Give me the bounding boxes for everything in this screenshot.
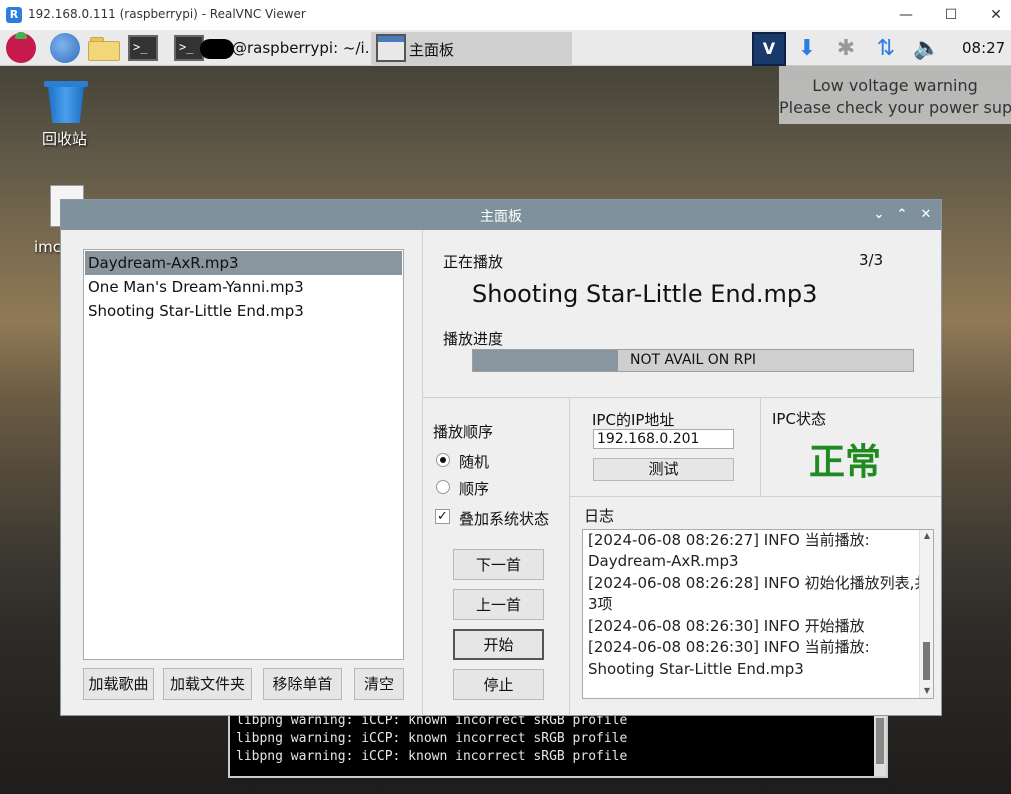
log-line: Shooting Star-Little End.mp3 — [588, 660, 804, 678]
log-label: 日志 — [584, 507, 615, 525]
vnc-server-icon[interactable]: V — [752, 32, 786, 66]
terminal-output[interactable]: libpng warning: iCCP: known incorrect sR… — [228, 712, 888, 778]
load-song-button[interactable]: 加载歌曲 — [83, 668, 154, 700]
redacted-username — [200, 39, 234, 59]
ipc-ip-label: IPC的IP地址 — [592, 411, 675, 429]
ipc-status-label: IPC状态 — [772, 410, 826, 428]
playlist-item[interactable]: Shooting Star-Little End.mp3 — [85, 299, 402, 323]
playlist[interactable]: Daydream-AxR.mp3 One Man's Dream-Yanni.m… — [83, 249, 404, 660]
log-line: 3项 — [588, 595, 613, 613]
console-line: libpng warning: iCCP: known incorrect sR… — [236, 731, 628, 746]
clear-playlist-button[interactable]: 清空 — [354, 668, 404, 700]
overlay-status-label[interactable]: 叠加系统状态 — [459, 508, 549, 529]
load-folder-button[interactable]: 加载文件夹 — [163, 668, 252, 700]
scroll-down-icon[interactable]: ▼ — [920, 686, 934, 695]
volume-icon[interactable]: 🔈 — [912, 35, 942, 63]
sequential-radio[interactable] — [436, 480, 450, 494]
playlist-item[interactable]: One Man's Dream-Yanni.mp3 — [85, 275, 402, 299]
active-task-label[interactable]: 主面板 — [409, 39, 454, 60]
track-counter: 3/3 — [859, 251, 884, 269]
stop-button[interactable]: 停止 — [453, 669, 544, 700]
vertical-divider — [422, 230, 423, 716]
toast-title: Low voltage warning — [812, 76, 978, 95]
window-icon — [376, 34, 406, 62]
window-title: 主面板 — [480, 209, 522, 225]
playlist-item[interactable]: Daydream-AxR.mp3 — [85, 251, 402, 275]
log-line: [2024-06-08 08:26:28] INFO 初始化播放列表,共 — [588, 574, 930, 592]
minimize-button[interactable]: — — [883, 0, 929, 30]
bluetooth-icon[interactable]: ✱ — [834, 35, 858, 63]
network-transfer-icon[interactable]: ⇅ — [871, 35, 901, 63]
file-manager-icon[interactable] — [88, 33, 120, 63]
vnc-viewer-titlebar: R 192.168.0.111 (raspberrypi) - RealVNC … — [0, 0, 1011, 30]
clock[interactable]: 08:27 — [962, 39, 1005, 57]
random-radio[interactable] — [436, 453, 450, 467]
expand-button[interactable]: ⌃ — [892, 205, 912, 225]
download-icon[interactable]: ⬇ — [793, 35, 821, 63]
vertical-divider — [569, 398, 570, 716]
maximize-button[interactable]: ☐ — [928, 0, 974, 30]
overlay-status-checkbox[interactable]: ✓ — [435, 509, 450, 524]
window-close-button[interactable]: ✕ — [916, 205, 936, 225]
horizontal-divider — [570, 496, 941, 497]
sequential-label[interactable]: 顺序 — [459, 478, 489, 499]
main-panel-window: 主面板 ⌄ ⌃ ✕ Daydream-AxR.mp3 One Man's Dre… — [60, 199, 942, 716]
log-scrollbar[interactable]: ▲ ▼ — [919, 530, 933, 698]
start-button[interactable]: 开始 — [453, 629, 544, 660]
ipc-status-value: 正常 — [809, 442, 882, 483]
progress-text: NOT AVAIL ON RPI — [629, 352, 757, 368]
terminal-task-label[interactable]: @raspberrypi: ~/i... — [232, 39, 379, 57]
remove-song-button[interactable]: 移除单首 — [263, 668, 342, 700]
playback-progress-bar[interactable]: NOT AVAIL ON RPI — [472, 349, 914, 372]
next-track-button[interactable]: 下一首 — [453, 549, 544, 580]
log-textbox[interactable]: [2024-06-08 08:26:27] INFO 当前播放: Daydrea… — [582, 529, 934, 699]
vnc-viewer-title: 192.168.0.111 (raspberrypi) - RealVNC Vi… — [28, 7, 306, 21]
vnc-viewer-icon: R — [6, 7, 22, 23]
log-line: [2024-06-08 08:26:30] INFO 开始播放 — [588, 617, 865, 635]
close-button[interactable]: ✕ — [973, 0, 1011, 30]
raspberry-menu-icon[interactable] — [6, 32, 36, 63]
scroll-thumb[interactable] — [923, 642, 930, 680]
trash-label[interactable]: 回收站 — [42, 128, 87, 149]
file-label[interactable]: imc — [34, 238, 61, 256]
play-order-label: 播放顺序 — [433, 423, 494, 441]
test-button[interactable]: 测试 — [593, 458, 734, 481]
low-voltage-toast: Low voltage warning Please check your po… — [779, 66, 1011, 124]
console-scrollbar[interactable] — [874, 714, 886, 776]
terminal-icon[interactable]: >_ — [128, 35, 158, 61]
log-line: [2024-06-08 08:26:30] INFO 当前播放: — [588, 638, 870, 656]
toast-message: Please check your power supply — [779, 98, 1011, 117]
trash-icon[interactable] — [44, 81, 88, 123]
current-track-title: Shooting Star-Little End.mp3 — [472, 280, 818, 308]
collapse-button[interactable]: ⌄ — [869, 205, 889, 225]
horizontal-divider — [423, 397, 941, 398]
vertical-divider — [760, 398, 761, 496]
now-playing-label: 正在播放 — [443, 253, 504, 271]
console-line: libpng warning: iCCP: known incorrect sR… — [236, 749, 628, 764]
progress-label: 播放进度 — [443, 330, 504, 348]
browser-icon[interactable] — [50, 33, 80, 63]
scroll-up-icon[interactable]: ▲ — [920, 531, 934, 540]
random-label[interactable]: 随机 — [459, 451, 489, 472]
prev-track-button[interactable]: 上一首 — [453, 589, 544, 620]
log-line: [2024-06-08 08:26:27] INFO 当前播放: — [588, 531, 870, 549]
log-line: Daydream-AxR.mp3 — [588, 552, 739, 570]
window-titlebar[interactable]: 主面板 ⌄ ⌃ ✕ — [61, 200, 941, 230]
ipc-ip-input[interactable]: 192.168.0.201 — [593, 429, 734, 449]
